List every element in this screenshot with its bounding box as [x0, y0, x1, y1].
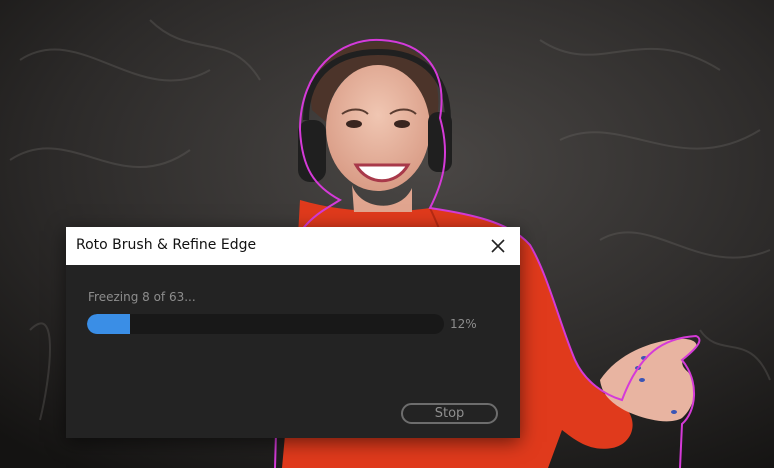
status-text: Freezing 8 of 63... [88, 290, 196, 304]
stop-button[interactable]: Stop [401, 403, 498, 424]
roto-brush-progress-dialog: Roto Brush & Refine Edge Freezing 8 of 6… [66, 227, 520, 438]
progress-bar [87, 314, 444, 334]
close-icon [491, 239, 505, 253]
progress-percent: 12% [450, 317, 477, 331]
progress-bar-fill [87, 314, 130, 334]
close-button[interactable] [484, 232, 512, 260]
dialog-titlebar[interactable]: Roto Brush & Refine Edge [66, 227, 520, 265]
dialog-title: Roto Brush & Refine Edge [76, 237, 257, 253]
composition-viewer[interactable]: Roto Brush & Refine Edge Freezing 8 of 6… [0, 0, 774, 468]
